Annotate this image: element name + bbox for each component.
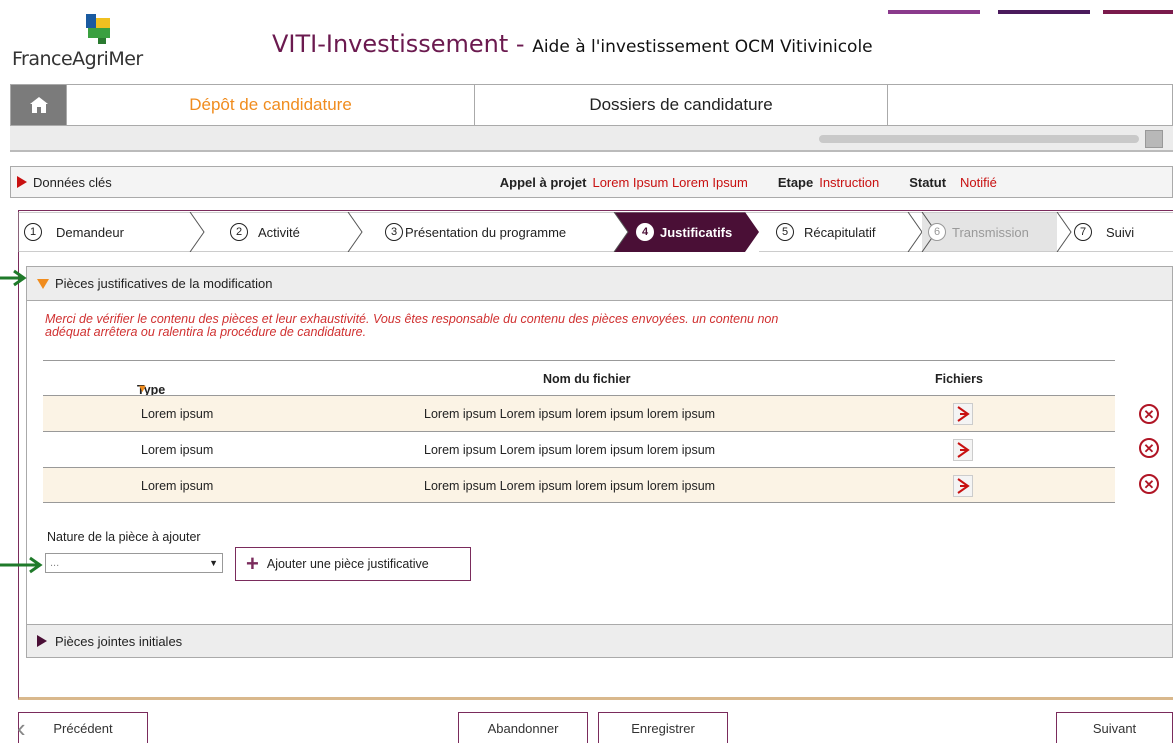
- section-header[interactable]: Pièces justificatives de la modification: [27, 267, 1172, 301]
- pdf-file-icon[interactable]: [953, 439, 973, 461]
- delete-row-icon[interactable]: ✕: [1139, 474, 1159, 494]
- section-title: Pièces justificatives de la modification: [55, 276, 273, 291]
- select-caret-icon: ▼: [209, 558, 218, 568]
- annotation-arrow-icon: [0, 269, 27, 287]
- home-icon: [29, 97, 48, 113]
- step-label: Présentation du programme: [405, 224, 567, 240]
- key-data-bar[interactable]: Données clés Appel à projet Lorem Ipsum …: [10, 166, 1173, 198]
- step-number: 7: [1074, 223, 1092, 241]
- sort-down-icon: ▼: [137, 383, 148, 395]
- tab-depot-candidature[interactable]: Dépôt de candidature: [66, 85, 475, 125]
- pdf-file-icon[interactable]: [953, 475, 973, 497]
- etape-label: Etape: [777, 174, 814, 190]
- decorative-bars: [888, 10, 1173, 14]
- cell-type: Lorem ipsum: [141, 443, 214, 457]
- pdf-file-icon[interactable]: [953, 403, 973, 425]
- step-label: Récapitulatif: [804, 224, 876, 240]
- warning-line: adéquat arrêtera ou ralentira la procédu…: [45, 325, 367, 339]
- cell-type: Lorem ipsum: [141, 407, 214, 421]
- step-suivi[interactable]: 7 Suivi: [1074, 212, 1134, 252]
- previous-button[interactable]: ‹ Précédent: [17, 712, 148, 743]
- user-bar: [10, 126, 1173, 152]
- logo-text: FranceAgriMer: [12, 48, 143, 70]
- appel-value: Lorem Ipsum Lorem Ipsum: [592, 174, 748, 190]
- section2-title: Pièces jointes initiales: [55, 633, 183, 649]
- chevron-left-icon: ‹: [17, 713, 26, 743]
- nature-select[interactable]: ... ▼: [45, 553, 223, 573]
- cell-nom: Lorem ipsum Lorem ipsum lorem ipsum lore…: [424, 479, 716, 493]
- deco-bar: [888, 10, 980, 14]
- plus-icon: +: [246, 551, 259, 576]
- step-activite[interactable]: 2 Activité: [230, 212, 300, 252]
- step-label: Suivi: [1106, 224, 1135, 240]
- step-number: 2: [230, 223, 248, 241]
- step-number: 5: [776, 223, 794, 241]
- header: FranceAgriMer VITI-Investissement - Aide…: [0, 0, 1173, 84]
- abandon-button[interactable]: Abandonner: [458, 712, 588, 743]
- table-row: Lorem ipsum Lorem ipsum Lorem ipsum lore…: [43, 467, 1159, 503]
- add-piece-button[interactable]: + Ajouter une pièce justificative: [235, 547, 471, 581]
- tab-dossiers-candidature[interactable]: Dossiers de candidature: [475, 85, 888, 125]
- nature-label: Nature de la pièce à ajouter: [47, 530, 201, 544]
- table-row: Lorem ipsum Lorem ipsum Lorem ipsum lore…: [43, 395, 1159, 431]
- step-transmission: 6 Transmission: [928, 212, 1029, 252]
- step-number: 1: [24, 223, 42, 241]
- step-label: Activité: [258, 224, 300, 240]
- app-title-separator: -: [508, 30, 533, 58]
- stepper: 1 Demandeur 2 Activité 3 Présentation du pr…: [18, 212, 1173, 252]
- step-demandeur[interactable]: 1 Demandeur: [24, 212, 124, 252]
- step-label: Demandeur: [56, 224, 124, 240]
- deco-bar: [998, 10, 1090, 14]
- column-header-nom: Nom du fichier: [543, 372, 631, 386]
- deco-bar: [1103, 10, 1173, 14]
- cell-nom: Lorem ipsum Lorem ipsum lorem ipsum lore…: [424, 443, 716, 457]
- step-number: 3: [385, 223, 403, 241]
- pieces-justificatives-section: Pièces justificatives de la modification…: [26, 266, 1173, 658]
- franceagrimer-logo-icon: [86, 14, 110, 44]
- annotation-arrow-icon: [0, 556, 43, 574]
- app-title-main: VITI-Investissement: [272, 30, 509, 58]
- expand-triangle-icon: [17, 176, 27, 188]
- app-title: VITI-Investissement - Aide à l'investiss…: [272, 30, 873, 58]
- cell-type: Lorem ipsum: [141, 479, 214, 493]
- table-header: Type de pièce ▼ Nom du fichier Fichiers: [43, 361, 1115, 425]
- step-label: Justificatifs: [660, 224, 733, 240]
- pieces-table: Type de pièce ▼ Nom du fichier Fichiers …: [43, 360, 1159, 503]
- home-button[interactable]: [11, 85, 66, 125]
- next-button[interactable]: Suivant: [1056, 712, 1173, 743]
- app-title-sub: Aide à l'investissement OCM Vitivinicole: [532, 37, 873, 57]
- table-row: Lorem ipsum Lorem ipsum Lorem ipsum lore…: [43, 431, 1159, 467]
- step-number: 6: [928, 223, 946, 241]
- cell-nom: Lorem ipsum Lorem ipsum lorem ipsum lore…: [424, 407, 716, 421]
- collapse-triangle-icon: [37, 278, 49, 289]
- delete-row-icon[interactable]: ✕: [1139, 404, 1159, 424]
- add-piece-label: Ajouter une pièce justificative: [266, 557, 429, 571]
- etape-value: Instruction: [819, 174, 880, 190]
- pieces-jointes-section-header[interactable]: Pièces jointes initiales: [26, 624, 1173, 658]
- select-value: ...: [50, 557, 60, 569]
- statut-label: Statut: [909, 174, 947, 190]
- step-justificatifs[interactable]: 4 Justificatifs: [636, 212, 732, 252]
- statut-value: Notifié: [960, 174, 997, 190]
- warning-message: Merci de vérifier le contenu des pièces …: [45, 313, 1005, 339]
- save-button[interactable]: Enregistrer: [598, 712, 728, 743]
- appel-label: Appel à projet: [499, 174, 587, 190]
- expand-triangle-icon: [37, 635, 47, 647]
- top-nav: Dépôt de candidature Dossiers de candida…: [10, 84, 1173, 126]
- step-label: Transmission: [952, 224, 1029, 240]
- user-avatar-icon[interactable]: [1145, 130, 1163, 148]
- step-number: 4: [636, 223, 654, 241]
- column-header-fichiers: Fichiers: [935, 372, 983, 386]
- key-data-title: Données clés: [33, 174, 112, 190]
- step-recapitulatif[interactable]: 5 Récapitulatif: [776, 212, 876, 252]
- delete-row-icon[interactable]: ✕: [1139, 438, 1159, 458]
- previous-label: Précédent: [53, 720, 113, 736]
- user-name-redacted: [819, 135, 1139, 143]
- step-presentation-programme[interactable]: 3 Présentation du programme: [385, 212, 566, 252]
